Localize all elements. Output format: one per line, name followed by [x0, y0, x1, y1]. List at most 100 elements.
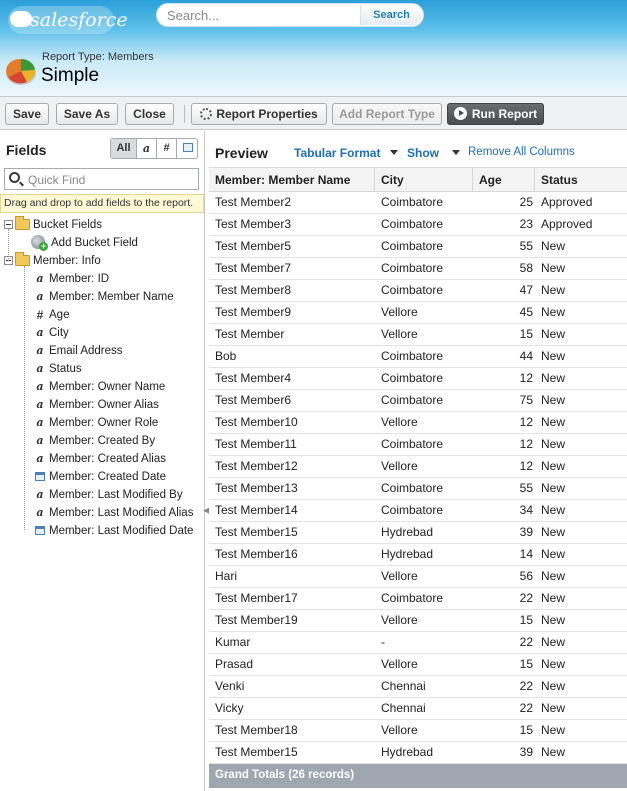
- cell-city: Coimbatore: [381, 393, 444, 407]
- folder-icon: [15, 252, 30, 266]
- collapse-icon[interactable]: [4, 220, 13, 229]
- cell-status: New: [541, 371, 566, 385]
- cloud-icon: [10, 11, 32, 27]
- cell-name: Test Member3: [215, 217, 292, 231]
- text-field-icon: a: [36, 290, 44, 303]
- table-row: Test Member17 Coimbatore 22 New: [209, 588, 627, 610]
- quick-find-input[interactable]: [28, 172, 196, 187]
- cell-age: 34: [519, 503, 533, 517]
- field-item[interactable]: a Member: Owner Role: [0, 414, 200, 432]
- search-button[interactable]: Search: [360, 5, 422, 25]
- cell-status: New: [541, 701, 566, 715]
- drag-hint-tooltip: Drag and drop to add fields to the repor…: [0, 194, 204, 213]
- cell-status: New: [541, 547, 566, 561]
- cell-status: New: [541, 437, 566, 451]
- cell-city: -: [381, 635, 385, 649]
- cell-age: 15: [519, 723, 533, 737]
- cell-city: Vellore: [381, 613, 418, 627]
- field-item[interactable]: a City: [0, 324, 200, 342]
- field-item[interactable]: a Member: Created By: [0, 432, 200, 450]
- report-properties-label: Report Properties: [216, 107, 318, 121]
- cell-status: New: [541, 459, 566, 473]
- field-label: Email Address: [49, 345, 123, 357]
- cell-status: New: [541, 239, 566, 253]
- table-row: Test Member15 Hydrebad 39 New: [209, 522, 627, 544]
- cell-name: Test Member10: [215, 415, 298, 429]
- close-button[interactable]: Close: [125, 103, 174, 125]
- column-header-member-name[interactable]: Member: Member Name: [209, 168, 375, 192]
- page-title: Simple: [41, 65, 100, 86]
- field-label: Member: Created Date: [49, 471, 166, 483]
- add-bucket-field[interactable]: + Add Bucket Field: [0, 234, 200, 252]
- cell-city: Coimbatore: [381, 283, 444, 297]
- field-item[interactable]: a Member: Last Modified Alias: [0, 504, 200, 522]
- cell-city: Coimbatore: [381, 591, 444, 605]
- column-header-status[interactable]: Status: [535, 168, 627, 192]
- tree-folder-member-info[interactable]: Member: Info: [0, 252, 200, 270]
- field-item[interactable]: a Email Address: [0, 342, 200, 360]
- format-dropdown[interactable]: Tabular Format: [294, 146, 398, 160]
- grand-totals-row: Grand Totals (26 records): [209, 764, 627, 788]
- cell-age: 58: [519, 261, 533, 275]
- table-row: Test Member18 Vellore 15 New: [209, 720, 627, 742]
- cell-name: Venki: [215, 679, 245, 693]
- preview-panel: Preview Tabular Format Show Remove All C…: [209, 131, 627, 791]
- text-field-icon: a: [36, 506, 44, 519]
- column-header-city[interactable]: City: [375, 168, 473, 192]
- field-item[interactable]: Member: Created Date: [0, 468, 200, 486]
- filter-date-button[interactable]: [176, 139, 197, 158]
- tree-folder-bucket-fields[interactable]: Bucket Fields: [0, 216, 200, 234]
- search-input[interactable]: [167, 7, 357, 24]
- cell-status: New: [541, 349, 566, 363]
- salesforce-logo[interactable]: salesforce: [8, 4, 128, 34]
- field-item[interactable]: a Member: ID: [0, 270, 200, 288]
- save-as-button[interactable]: Save As: [56, 103, 118, 125]
- tree-folder-label: Bucket Fields: [33, 219, 103, 231]
- toolbar-divider: [184, 105, 185, 123]
- plus-icon: +: [39, 241, 48, 251]
- cell-age: 39: [519, 745, 533, 759]
- cell-city: Chennai: [381, 679, 426, 693]
- cell-status: New: [541, 591, 566, 605]
- cell-city: Hydrebad: [381, 745, 434, 759]
- field-item[interactable]: a Member: Owner Alias: [0, 396, 200, 414]
- show-dropdown[interactable]: Show: [407, 146, 461, 160]
- cell-age: 15: [519, 657, 533, 671]
- cell-city: Vellore: [381, 723, 418, 737]
- field-item[interactable]: Member: Last Modified Date: [0, 522, 200, 540]
- table-row: Test Member9 Vellore 45 New: [209, 302, 627, 324]
- cell-age: 15: [519, 327, 533, 341]
- cell-age: 22: [519, 591, 533, 605]
- format-label: Tabular Format: [294, 146, 381, 160]
- field-item[interactable]: a Member: Created Alias: [0, 450, 200, 468]
- folder-icon: [15, 216, 30, 230]
- field-item[interactable]: a Status: [0, 360, 200, 378]
- cell-age: 56: [519, 569, 533, 583]
- cell-status: New: [541, 723, 566, 737]
- table-header: Member: Member Name City Age Status: [209, 168, 627, 192]
- remove-all-columns-link[interactable]: Remove All Columns: [468, 146, 575, 158]
- add-bucket-field-label: Add Bucket Field: [51, 237, 138, 249]
- report-properties-button[interactable]: Report Properties: [191, 103, 327, 125]
- table-row: Test Member10 Vellore 12 New: [209, 412, 627, 434]
- run-report-button[interactable]: Run Report: [447, 103, 544, 125]
- field-item[interactable]: a Member: Last Modified By: [0, 486, 200, 504]
- cell-status: New: [541, 569, 566, 583]
- field-item[interactable]: a Member: Owner Name: [0, 378, 200, 396]
- filter-text-icon[interactable]: a: [136, 139, 156, 158]
- filter-all[interactable]: All: [111, 139, 136, 158]
- field-item[interactable]: # Age: [0, 306, 200, 324]
- report-toolbar: Save Save As Close Report Properties Add…: [0, 96, 627, 130]
- add-report-type-button[interactable]: Add Report Type: [332, 103, 442, 125]
- text-field-icon: a: [36, 434, 44, 447]
- cell-name: Vicky: [215, 701, 244, 715]
- cell-name: Test Member9: [215, 305, 292, 319]
- field-item[interactable]: a Member: Member Name: [0, 288, 200, 306]
- tree-guide-line: [8, 229, 9, 261]
- filter-number-icon[interactable]: #: [156, 139, 176, 158]
- table-row: Vicky Chennai 22 New: [209, 698, 627, 720]
- save-button[interactable]: Save: [5, 103, 49, 125]
- header-banner: salesforce Search Report Type: Members S…: [0, 0, 627, 96]
- logo-text: salesforce: [30, 9, 128, 31]
- column-header-age[interactable]: Age: [473, 168, 535, 192]
